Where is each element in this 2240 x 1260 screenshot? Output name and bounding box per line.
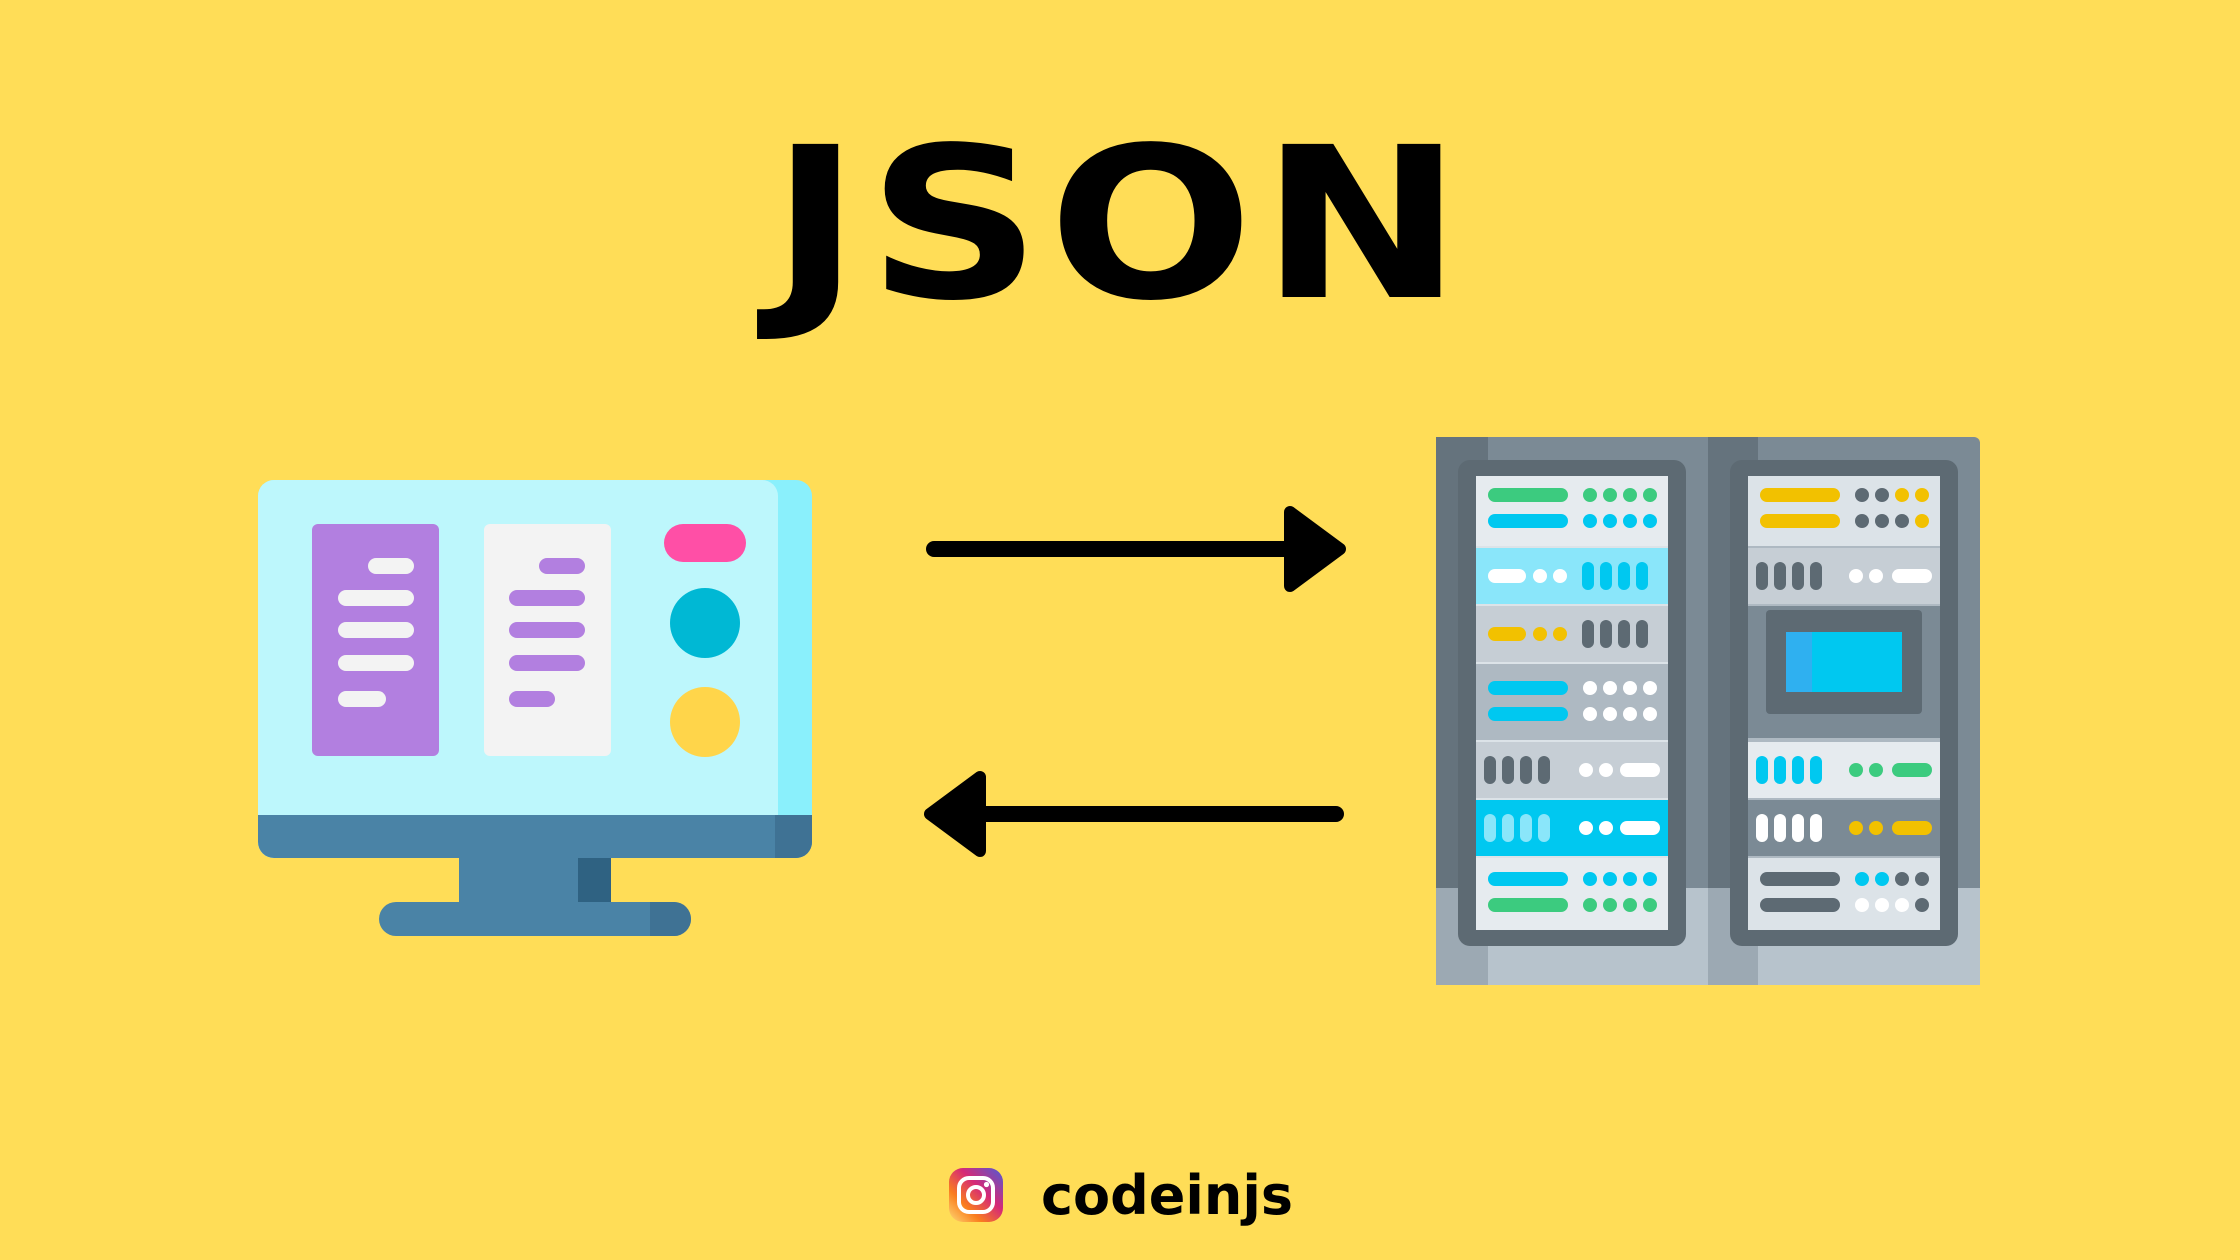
arrow-right-icon (926, 506, 1346, 592)
social-handle: codeinjs (0, 1160, 2240, 1230)
handle-text: codeinjs (1041, 1163, 1293, 1227)
arrow-left-icon (924, 771, 1344, 857)
instagram-icon (949, 1168, 1003, 1222)
computer-monitor-icon (258, 480, 812, 936)
server-rack-icon (1436, 437, 1980, 985)
diagram (258, 437, 1980, 985)
